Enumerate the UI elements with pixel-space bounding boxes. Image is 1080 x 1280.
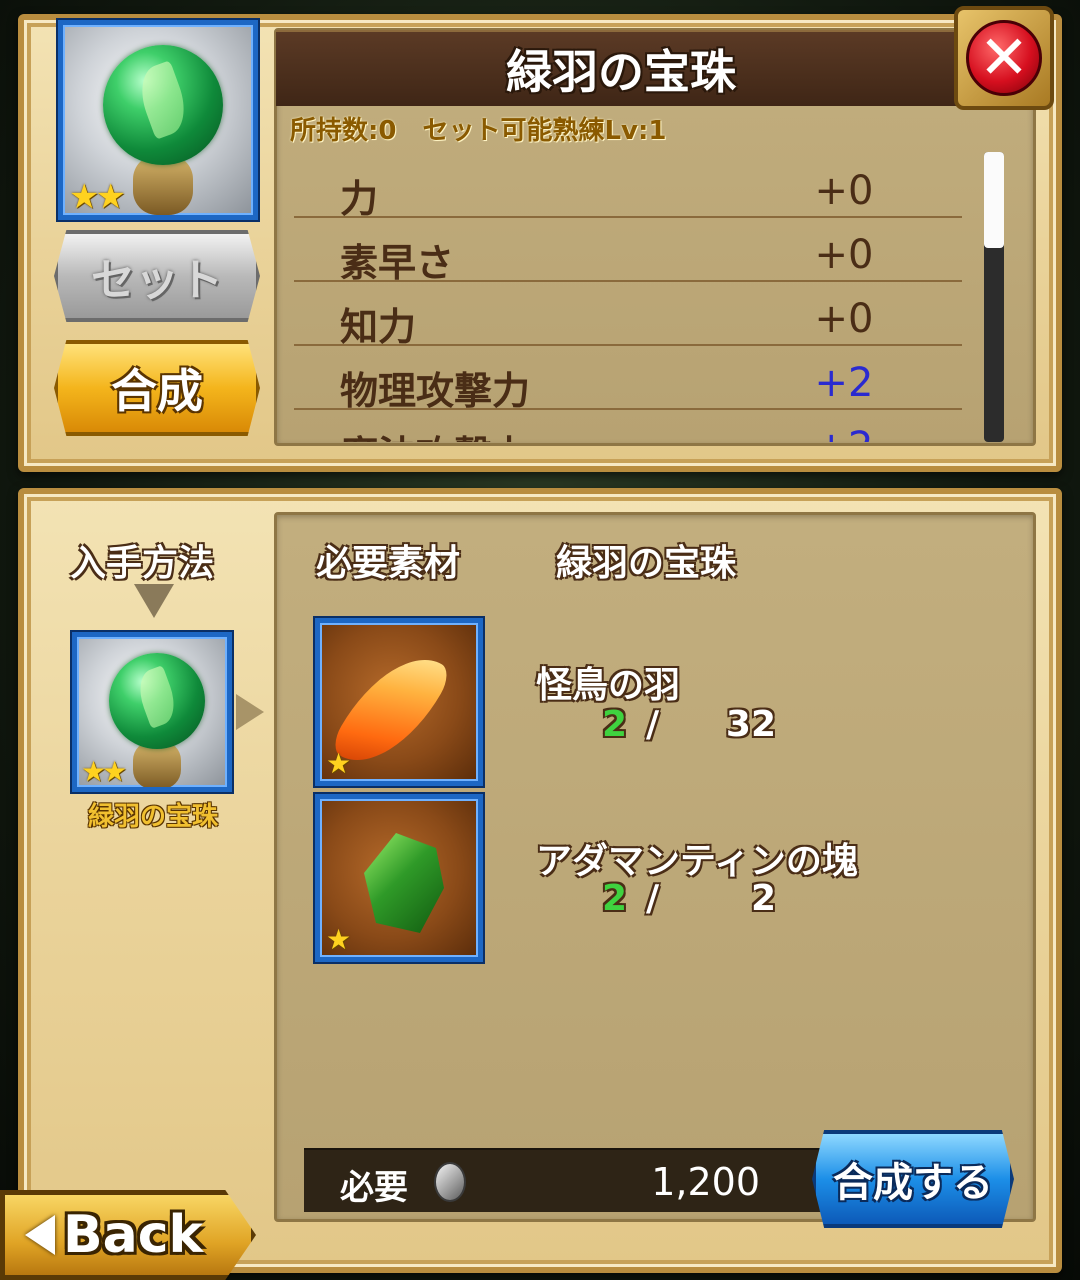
stat-value: +0 <box>814 232 874 278</box>
feather-inside-orb <box>132 60 194 140</box>
target-header: 緑羽の宝珠 <box>556 543 737 584</box>
stat-value: +2 <box>814 360 874 406</box>
back-arrow-icon <box>25 1215 55 1255</box>
stat-row: 物理攻撃力 +2 <box>294 346 962 413</box>
synthesize-button[interactable]: 合成 <box>54 340 260 436</box>
stat-row: 素早さ +0 <box>294 218 962 285</box>
back-label: Back <box>63 1205 204 1265</box>
material-name: アダマンティンの塊 <box>536 841 858 882</box>
title-bar: 緑羽の宝珠 <box>276 30 966 106</box>
feather-inside-orb <box>132 665 182 729</box>
rarity-stars: ★★ <box>69 177 126 217</box>
material-count: 2 / 2 <box>602 878 802 928</box>
green-ore-icon <box>364 833 444 933</box>
right-arrow-icon <box>236 694 264 730</box>
material-icon-ore[interactable]: ★ <box>315 794 483 962</box>
item-icon: ★★ <box>58 20 258 220</box>
rarity-stars: ★ <box>326 747 351 780</box>
synthesize-confirm-button[interactable]: 合成する <box>812 1130 1014 1228</box>
silver-coin-icon <box>434 1162 466 1202</box>
stat-value: +0 <box>814 168 874 214</box>
count-separator: / <box>646 704 660 745</box>
source-header: 入手方法 <box>70 543 215 584</box>
green-orb-icon <box>103 45 223 165</box>
stat-value: +0 <box>814 296 874 342</box>
stat-label: 魔法攻撃力 <box>340 424 530 442</box>
material-count: 2 / 32 <box>602 704 802 754</box>
stat-value: +2 <box>794 424 894 442</box>
material-need: 2 <box>750 878 776 919</box>
down-arrow-icon <box>134 584 174 618</box>
scrollbar-thumb[interactable] <box>984 152 1004 248</box>
cost-value: 1,200 <box>651 1160 760 1204</box>
source-item-name: 緑羽の宝珠 <box>87 802 218 832</box>
back-button[interactable]: Back <box>0 1190 256 1280</box>
stat-label: 知力 <box>340 305 417 349</box>
stats-list[interactable]: 力 +0 素早さ +0 知力 +0 物理攻撃力 +2 魔法攻撃力 +2 <box>276 146 1010 442</box>
stat-label: 力 <box>340 177 379 221</box>
rarity-stars: ★★ <box>81 755 127 788</box>
set-button[interactable]: セット <box>54 230 260 322</box>
material-icon-feather[interactable]: ★ <box>315 618 483 786</box>
stat-row: 知力 +0 <box>294 282 962 349</box>
material-name: 怪鳥の羽 <box>536 665 681 706</box>
stats-scrollbar[interactable] <box>984 152 1004 442</box>
stat-label: 素早さ <box>340 241 455 285</box>
count-separator: / <box>646 878 660 919</box>
materials-header: 必要素材 <box>316 543 461 584</box>
stat-row: 力 +0 <box>294 154 962 221</box>
close-icon: ✕ <box>966 20 1042 96</box>
close-button[interactable]: ✕ <box>954 6 1054 110</box>
owned-count-and-level: 所持数:0 セット可能熟練Lv:1 <box>290 116 667 146</box>
material-need: 32 <box>725 704 776 745</box>
rarity-stars: ★ <box>326 923 351 956</box>
item-title: 緑羽の宝珠 <box>506 45 736 99</box>
material-have: 2 <box>602 878 628 919</box>
cost-label: 必要 <box>340 1168 408 1208</box>
stat-label: 物理攻撃力 <box>340 369 531 413</box>
stat-row: 魔法攻撃力 +2 <box>294 410 962 442</box>
cost-bar: 必要 1,200 <box>304 1148 824 1212</box>
source-item-icon[interactable]: ★★ <box>72 632 232 792</box>
material-have: 2 <box>602 704 628 745</box>
green-orb-icon <box>109 653 205 749</box>
